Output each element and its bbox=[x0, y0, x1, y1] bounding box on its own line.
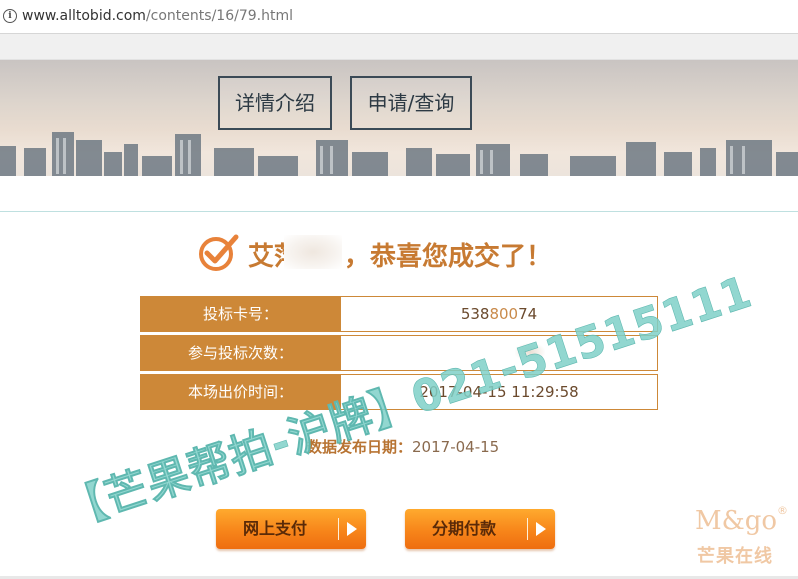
bid-count-redaction bbox=[515, 343, 545, 361]
section-divider bbox=[0, 211, 798, 212]
city-banner: 详情介绍 申请/查询 bbox=[0, 60, 798, 176]
bid-card-value-start: 538 bbox=[460, 305, 490, 323]
congrats-message: ，恭喜您成交了！ bbox=[344, 242, 553, 272]
table-row-bid-time: 本场出价时间： 2017-04-15 11:29:58 bbox=[140, 374, 659, 410]
bid-time-value: 2017-04-15 11:29:58 bbox=[341, 374, 658, 410]
info-icon[interactable]: i bbox=[3, 9, 17, 23]
url-host: www.alltobid.com bbox=[22, 8, 146, 24]
bid-card-value-end: 74 bbox=[518, 305, 538, 323]
installment-button[interactable]: 分期付款 bbox=[405, 509, 555, 549]
logo-chinese: 芒果在线 bbox=[697, 546, 773, 567]
bid-card-value: 53880074 bbox=[341, 296, 658, 332]
button-divider bbox=[338, 518, 339, 540]
name-redaction bbox=[284, 235, 342, 269]
logo-wordmark: M&go bbox=[695, 506, 778, 536]
button-divider bbox=[527, 518, 528, 540]
check-circle-icon bbox=[199, 234, 239, 271]
installment-label: 分期付款 bbox=[431, 519, 496, 538]
table-row-bid-card: 投标卡号： 53880074 bbox=[140, 296, 659, 332]
bid-count-label: 参与投标次数： bbox=[140, 335, 341, 371]
url-text[interactable]: www.alltobid.com/contents/16/79.html bbox=[22, 8, 293, 24]
registered-mark: ® bbox=[777, 504, 788, 517]
publish-date-label: 数据发布日期： bbox=[307, 438, 413, 456]
bid-card-value-blurred: 800 bbox=[489, 305, 519, 323]
online-pay-button[interactable]: 网上支付 bbox=[216, 509, 366, 549]
online-pay-label: 网上支付 bbox=[242, 519, 307, 538]
publish-date: 数据发布日期：2017-04-15 bbox=[307, 436, 499, 457]
publish-date-value: 2017-04-15 bbox=[412, 438, 500, 456]
url-path: /contents/16/79.html bbox=[145, 8, 293, 24]
address-bar[interactable]: i www.alltobid.com/contents/16/79.html bbox=[0, 0, 798, 34]
bid-card-label: 投标卡号： bbox=[140, 296, 341, 332]
play-arrow-icon bbox=[536, 522, 546, 536]
bid-count-value bbox=[341, 335, 658, 371]
table-row-bid-count: 参与投标次数： bbox=[140, 335, 659, 371]
details-tab-button[interactable]: 详情介绍 bbox=[218, 76, 332, 130]
mango-logo: M&go ® 芒果在线 bbox=[695, 504, 795, 572]
apply-query-tab-button[interactable]: 申请/查询 bbox=[350, 76, 472, 130]
play-arrow-icon bbox=[347, 522, 357, 536]
bid-time-label: 本场出价时间： bbox=[140, 374, 341, 410]
browser-toolbar bbox=[0, 34, 798, 60]
